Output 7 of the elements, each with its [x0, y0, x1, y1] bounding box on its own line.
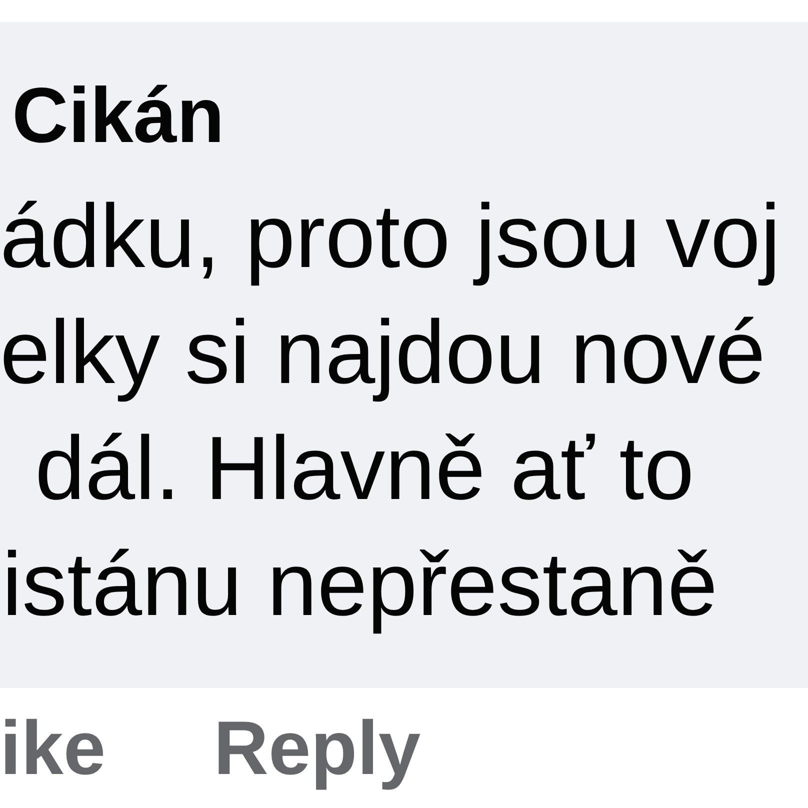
- comment-text-line: dál. Hlavně ať to: [35, 418, 694, 521]
- author-name[interactable]: Cikán: [0, 70, 224, 160]
- comment-action-link[interactable]: ike: [0, 704, 106, 794]
- comment-text-line: ádku, proto jsou voj: [0, 186, 780, 289]
- comment-action-link[interactable]: Reply: [214, 704, 421, 794]
- comment-text-line: istánu nepřestaně: [2, 534, 718, 637]
- comment-text-line: elky si najdou nové: [0, 302, 766, 405]
